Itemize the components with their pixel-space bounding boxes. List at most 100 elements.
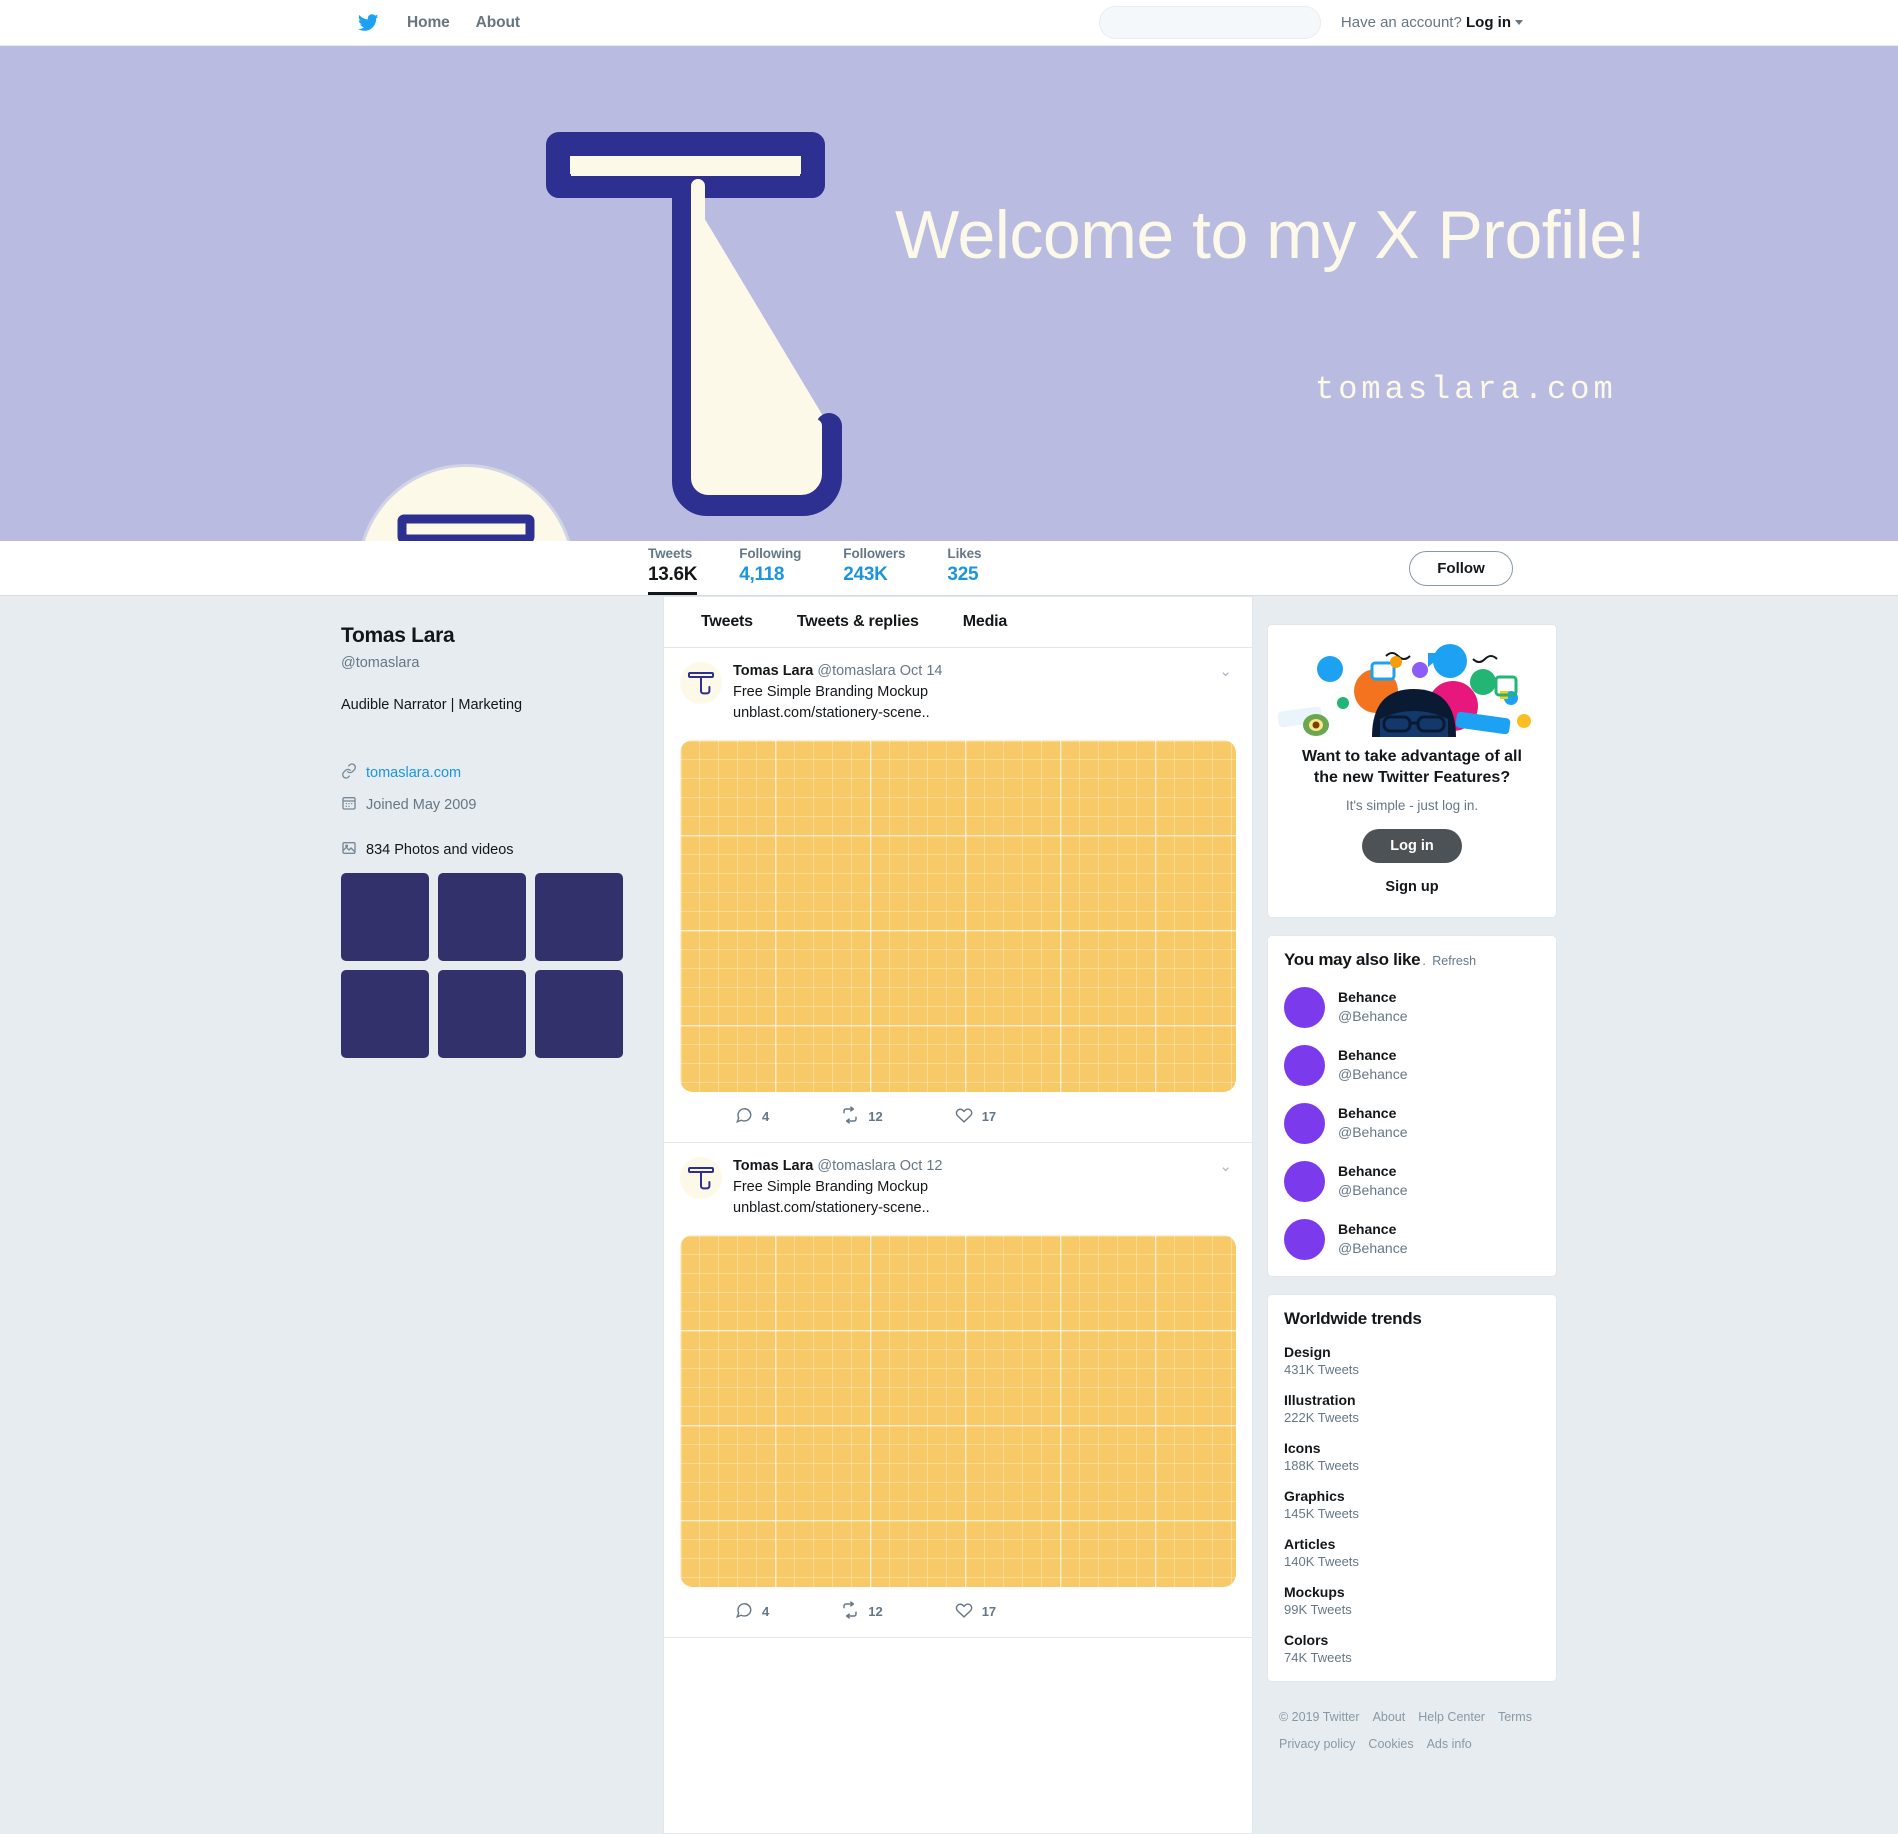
tweet-date[interactable]: Oct 14 bbox=[900, 663, 943, 679]
reply-button[interactable]: 4 bbox=[735, 1601, 769, 1622]
tweet-link[interactable]: unblast.com/stationery-scene.. bbox=[733, 1199, 1204, 1218]
tweet-author-name[interactable]: Tomas Lara bbox=[733, 1158, 813, 1174]
promo-login-button[interactable]: Log in bbox=[1362, 828, 1462, 863]
tab-tweets-and-replies[interactable]: Tweets & replies bbox=[775, 613, 941, 631]
follow-button[interactable]: Follow bbox=[1409, 551, 1513, 586]
footer-copyright: © 2019 Twitter bbox=[1279, 1709, 1360, 1724]
link-icon bbox=[341, 762, 357, 783]
retweet-count: 12 bbox=[868, 1109, 883, 1125]
chevron-down-icon[interactable] bbox=[1515, 20, 1523, 25]
tweet-link[interactable]: unblast.com/stationery-scene.. bbox=[733, 704, 1204, 723]
trend-item[interactable]: Articles 140K Tweets bbox=[1284, 1536, 1540, 1569]
stats-group: Tweets 13.6K Following 4,118 Followers 2… bbox=[648, 541, 1035, 595]
footer-link-ads-info[interactable]: Ads info bbox=[1427, 1737, 1472, 1751]
trend-name[interactable]: Graphics bbox=[1284, 1488, 1540, 1504]
tweet-author-handle[interactable]: @tomaslara bbox=[817, 1158, 895, 1174]
footer-link-help-center[interactable]: Help Center bbox=[1418, 1710, 1485, 1724]
promo-signup-link[interactable]: Sign up bbox=[1268, 879, 1556, 895]
footer-link-cookies[interactable]: Cookies bbox=[1368, 1737, 1413, 1751]
suggestions-card: You may also like. Refresh Behance @Beha… bbox=[1267, 934, 1557, 1277]
chevron-down-icon[interactable]: ⌄ bbox=[1215, 662, 1236, 723]
search-input[interactable] bbox=[1098, 6, 1321, 39]
suggestion-text: Behance @Behance bbox=[1338, 1046, 1407, 1084]
photo-thumbnail[interactable] bbox=[341, 969, 429, 1058]
stat-likes[interactable]: Likes 325 bbox=[947, 546, 993, 595]
nav-item-about[interactable]: About bbox=[476, 14, 520, 32]
footer-link-privacy-policy[interactable]: Privacy policy bbox=[1279, 1737, 1355, 1751]
trend-name[interactable]: Illustration bbox=[1284, 1392, 1540, 1408]
trend-name[interactable]: Icons bbox=[1284, 1440, 1540, 1456]
stat-following[interactable]: Following 4,118 bbox=[739, 546, 801, 595]
reply-button[interactable]: 4 bbox=[735, 1106, 769, 1127]
stat-tweets[interactable]: Tweets 13.6K bbox=[648, 546, 698, 595]
photo-thumbnail[interactable] bbox=[535, 872, 623, 961]
suggestion-item[interactable]: Behance @Behance bbox=[1284, 1044, 1540, 1086]
tweet-body: Tomas Lara @tomaslara Oct 14 Free Simple… bbox=[733, 662, 1204, 723]
nav-item-home[interactable]: Home bbox=[407, 14, 450, 32]
tweet-image[interactable] bbox=[680, 1234, 1236, 1587]
trend-item[interactable]: Graphics 145K Tweets bbox=[1284, 1488, 1540, 1521]
retweet-icon bbox=[841, 1601, 859, 1622]
banner-website: tomaslara.com bbox=[1315, 371, 1617, 408]
trend-name[interactable]: Design bbox=[1284, 1344, 1540, 1360]
profile-avatar[interactable] bbox=[357, 464, 575, 541]
tweet-body: Tomas Lara @tomaslara Oct 12 Free Simple… bbox=[733, 1157, 1204, 1218]
tweet-author-name[interactable]: Tomas Lara bbox=[733, 663, 813, 679]
photos-and-videos-row[interactable]: 834 Photos and videos bbox=[341, 840, 631, 860]
tweet-avatar[interactable] bbox=[680, 1156, 722, 1199]
suggestion-handle: @Behance bbox=[1338, 1066, 1408, 1083]
suggestion-name: Behance bbox=[1338, 1163, 1397, 1180]
trend-name[interactable]: Colors bbox=[1284, 1632, 1540, 1648]
tweet-image[interactable] bbox=[680, 739, 1236, 1092]
login-link[interactable]: Log in bbox=[1466, 14, 1511, 31]
trend-item[interactable]: Colors 74K Tweets bbox=[1284, 1632, 1540, 1665]
trend-item[interactable]: Mockups 99K Tweets bbox=[1284, 1584, 1540, 1617]
like-button[interactable]: 17 bbox=[955, 1106, 996, 1127]
refresh-link[interactable]: Refresh bbox=[1432, 954, 1476, 968]
trends-title: Worldwide trends bbox=[1284, 1308, 1422, 1328]
reply-icon bbox=[735, 1601, 753, 1622]
stat-followers[interactable]: Followers 243K bbox=[843, 546, 905, 595]
like-count: 17 bbox=[981, 1604, 997, 1620]
trend-count: 188K Tweets bbox=[1284, 1457, 1359, 1473]
tweet-text: Free Simple Branding Mockup bbox=[733, 684, 929, 701]
retweet-button[interactable]: 12 bbox=[841, 1106, 883, 1127]
trend-name[interactable]: Mockups bbox=[1284, 1584, 1540, 1600]
trend-count: 140K Tweets bbox=[1284, 1553, 1359, 1569]
profile-website-row[interactable]: tomaslara.com bbox=[341, 762, 631, 783]
retweet-icon bbox=[841, 1106, 859, 1127]
tweet-author-handle[interactable]: @tomaslara bbox=[817, 663, 895, 679]
trends-body: Worldwide trends Design 431K Tweets Illu… bbox=[1268, 1295, 1556, 1681]
chevron-down-icon[interactable]: ⌄ bbox=[1215, 1157, 1236, 1218]
profile-website-text[interactable]: tomaslara.com bbox=[366, 765, 461, 781]
trend-item[interactable]: Icons 188K Tweets bbox=[1284, 1440, 1540, 1473]
footer-link-about[interactable]: About bbox=[1373, 1710, 1406, 1724]
tweet-date[interactable]: Oct 12 bbox=[900, 1158, 943, 1174]
suggestion-item[interactable]: Behance @Behance bbox=[1284, 1160, 1540, 1202]
photo-icon bbox=[341, 840, 357, 860]
photo-thumbnail[interactable] bbox=[438, 969, 526, 1058]
stat-followers-value: 243K bbox=[843, 564, 888, 585]
retweet-count: 12 bbox=[868, 1604, 883, 1620]
photo-thumbnail[interactable] bbox=[438, 872, 526, 961]
tweet-actions: 4 12 17 bbox=[680, 1092, 1236, 1142]
photo-thumbnail-grid bbox=[341, 872, 631, 1058]
tab-tweets[interactable]: Tweets bbox=[679, 613, 775, 631]
suggestion-item[interactable]: Behance @Behance bbox=[1284, 986, 1540, 1028]
tab-media[interactable]: Media bbox=[941, 613, 1029, 631]
footer-link-terms[interactable]: Terms bbox=[1498, 1710, 1532, 1724]
trend-item[interactable]: Illustration 222K Tweets bbox=[1284, 1392, 1540, 1425]
profile-joined-text: Joined May 2009 bbox=[366, 796, 477, 813]
suggestion-item[interactable]: Behance @Behance bbox=[1284, 1102, 1540, 1144]
suggestion-item[interactable]: Behance @Behance bbox=[1284, 1218, 1540, 1260]
trend-item[interactable]: Design 431K Tweets bbox=[1284, 1344, 1540, 1377]
tweet-avatar[interactable] bbox=[680, 662, 722, 704]
suggestions-header: You may also like. Refresh bbox=[1284, 950, 1540, 970]
photo-thumbnail[interactable] bbox=[535, 969, 623, 1058]
twitter-bird-icon[interactable] bbox=[355, 12, 381, 34]
timeline-column: Tweets Tweets & replies Media Tomas Lara… bbox=[663, 596, 1253, 1834]
photo-thumbnail[interactable] bbox=[341, 872, 429, 961]
retweet-button[interactable]: 12 bbox=[841, 1601, 883, 1622]
trend-name[interactable]: Articles bbox=[1284, 1536, 1540, 1552]
like-button[interactable]: 17 bbox=[955, 1601, 996, 1622]
